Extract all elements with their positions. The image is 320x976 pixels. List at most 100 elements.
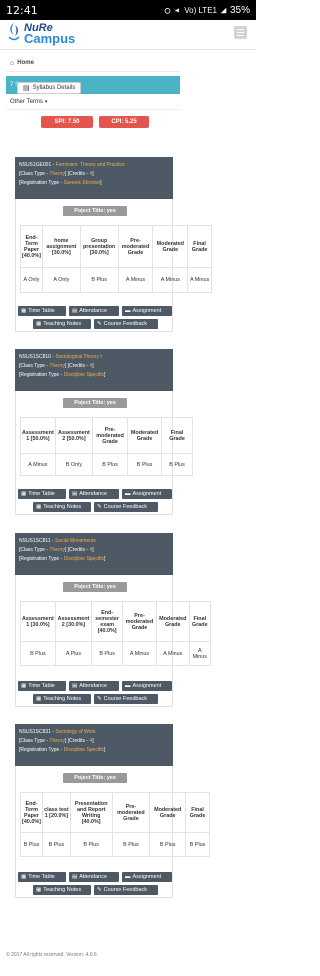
other-terms-dropdown[interactable]: Other Terms ▾ bbox=[6, 94, 180, 110]
assignment-label: Assignment bbox=[132, 874, 162, 880]
breadcrumb-home[interactable]: ⌂ Home bbox=[6, 55, 180, 72]
course-feedback-label: Course Feedback bbox=[103, 887, 148, 893]
table-header-row: Assessment 1 [50.0%] Assessment 2 [50.0%]… bbox=[20, 417, 193, 454]
grade-cell: A Plus bbox=[54, 641, 93, 666]
time-table-button[interactable]: ▦ Time Table bbox=[18, 489, 66, 499]
course-title-line: NSUS1SC810 - Sociological Theory I bbox=[19, 354, 102, 360]
grade-column-header: Assessment 1 [30.0%] bbox=[20, 601, 56, 642]
footer-text: © 2017 All rights reserved. Version: 4.0… bbox=[6, 952, 97, 958]
table-icon: ▦ bbox=[21, 683, 27, 689]
registration-label: [Registration Type - bbox=[19, 372, 64, 378]
attendance-label: Attendance bbox=[79, 491, 108, 497]
assignment-button[interactable]: ▬ Assignment bbox=[122, 872, 172, 882]
attendance-label: Attendance bbox=[79, 308, 108, 314]
time-table-label: Time Table bbox=[28, 683, 55, 689]
grade-column-header: End-semester exam [40.0%] bbox=[91, 601, 124, 642]
course-title-line: NSUS1SC831 - Sociology of Work bbox=[19, 729, 96, 735]
syllabus-details-button[interactable]: ▤ Syllabus Details bbox=[17, 82, 82, 94]
course-title: Sociological Theory I bbox=[55, 354, 102, 360]
registration-type: Generic Elective bbox=[63, 180, 101, 186]
grade-column-header: Pre-moderated Grade bbox=[92, 417, 129, 454]
teaching-notes-button[interactable]: ▦ Teaching Notes bbox=[33, 885, 91, 895]
grade-column-header: Moderated Grade bbox=[127, 417, 163, 454]
home-icon: ⌂ bbox=[10, 59, 15, 67]
assignment-label: Assignment bbox=[132, 308, 162, 314]
course-feedback-button[interactable]: ✎ Course Feedback bbox=[94, 885, 158, 895]
clock: 12:41 bbox=[6, 3, 38, 17]
course-feedback-button[interactable]: ✎ Course Feedback bbox=[94, 502, 158, 512]
time-table-label: Time Table bbox=[28, 874, 55, 880]
time-table-button[interactable]: ▦ Time Table bbox=[18, 306, 66, 316]
hamburger-icon[interactable] bbox=[234, 26, 247, 39]
folder-icon: ▬ bbox=[125, 683, 131, 689]
folder-icon: ▬ bbox=[125, 308, 131, 314]
grade-cell: A Only bbox=[20, 267, 43, 293]
assignment-button[interactable]: ▬ Assignment bbox=[122, 681, 172, 691]
spi-badge: SPI: 7.50 bbox=[41, 116, 93, 128]
teaching-notes-button[interactable]: ▦ Teaching Notes bbox=[33, 694, 91, 704]
teaching-notes-label: Teaching Notes bbox=[43, 321, 82, 327]
time-table-button[interactable]: ▦ Time Table bbox=[18, 872, 66, 882]
course-feedback-label: Course Feedback bbox=[103, 504, 148, 510]
registration-label: [Registration Type - bbox=[19, 747, 64, 753]
course-body: Poject Title: yes End-Term Paper [40.0%]… bbox=[15, 766, 210, 898]
course-type-line: [Class Type - Theory] [Credits - 4] bbox=[19, 546, 169, 555]
credits-close: ] bbox=[92, 738, 94, 744]
course-code: NSUS1GE001 bbox=[19, 162, 52, 168]
class-type-label: [Class Type - bbox=[19, 171, 50, 177]
course-title: Feminism: Theory and Practice bbox=[55, 162, 125, 168]
notes-icon: ▦ bbox=[36, 696, 42, 702]
project-title-badge: Poject Title: yes bbox=[63, 773, 127, 783]
table-icon: ▦ bbox=[21, 491, 27, 497]
time-table-button[interactable]: ▦ Time Table bbox=[18, 681, 66, 691]
attendance-button[interactable]: ▤ Attendance bbox=[69, 489, 119, 499]
attendance-button[interactable]: ▤ Attendance bbox=[69, 872, 119, 882]
assignment-button[interactable]: ▬ Assignment bbox=[122, 306, 172, 316]
attendance-button[interactable]: ▤ Attendance bbox=[69, 306, 119, 316]
notes-icon: ▦ bbox=[36, 887, 42, 893]
course-feedback-label: Course Feedback bbox=[103, 321, 148, 327]
course-feedback-button[interactable]: ✎ Course Feedback bbox=[94, 694, 158, 704]
class-type: Theory bbox=[49, 547, 65, 553]
table-header-row: Assessment 1 [30.0%] Assessment 2 [30.0%]… bbox=[20, 601, 212, 642]
grade-column-header: Assessment 2 [30.0%] bbox=[54, 601, 93, 642]
grade-column-header: Assessment 2 [50.0%] bbox=[54, 417, 94, 454]
table-row: A Minus B Only B Plus B Plus B Plus bbox=[20, 453, 193, 476]
logo[interactable]: NuRe Campus bbox=[6, 22, 75, 45]
course-panel: NSUS1SC831 - Sociology of Work [Class Ty… bbox=[15, 724, 210, 898]
course-body: Poject Title: yes End-Term Paper [40.0%]… bbox=[15, 199, 212, 332]
signal-icon bbox=[220, 7, 227, 13]
notes-icon: ▦ bbox=[36, 504, 42, 510]
attendance-button[interactable]: ▤ Attendance bbox=[69, 681, 119, 691]
registration-line: [Registration Type - Discipline Specific… bbox=[19, 747, 106, 753]
chevron-down-icon: ▾ bbox=[44, 98, 48, 105]
course-type-line: [Class Type - Theory] [Credits - 4] bbox=[19, 737, 169, 746]
credits-label: ] [Credits - bbox=[64, 171, 90, 177]
registration-label: [Registration Type - bbox=[19, 556, 64, 562]
credits-close: ] bbox=[92, 171, 94, 177]
teaching-notes-button[interactable]: ▦ Teaching Notes bbox=[33, 502, 91, 512]
assignment-button[interactable]: ▬ Assignment bbox=[122, 489, 172, 499]
teaching-notes-button[interactable]: ▦ Teaching Notes bbox=[33, 319, 91, 329]
grade-column-header: Pre-moderated Grade bbox=[111, 792, 151, 833]
grade-cell: A Minus bbox=[188, 641, 212, 666]
grade-cell: B Plus bbox=[20, 641, 56, 666]
registration-type: Discipline Specific bbox=[63, 372, 104, 378]
course-type-line: [Class Type - Theory] [Credits - 4] bbox=[19, 170, 169, 179]
course-title: Sociology of Work bbox=[55, 729, 96, 735]
table-icon: ▦ bbox=[21, 874, 27, 880]
course-feedback-button[interactable]: ✎ Course Feedback bbox=[94, 319, 158, 329]
grade-cell: B Plus bbox=[161, 453, 193, 476]
course-header: NSUS1GE001 - Feminism: Theory and Practi… bbox=[15, 157, 173, 199]
grade-cell: A Minus bbox=[122, 641, 157, 666]
course-code: NSUS1SC811 bbox=[19, 538, 51, 544]
course-title-line: NSUS1SC811 - Social Movements bbox=[19, 538, 96, 544]
grade-column-header: Group presentation [30.0%] bbox=[79, 225, 119, 268]
registration-line: [Registration Type - Generic Elective] bbox=[19, 180, 102, 186]
attendance-icon: ▤ bbox=[72, 874, 78, 880]
grade-cell: B Plus bbox=[111, 832, 151, 857]
teaching-notes-label: Teaching Notes bbox=[43, 696, 82, 702]
course-title-line: NSUS1GE001 - Feminism: Theory and Practi… bbox=[19, 162, 125, 168]
credits-label: ] [Credits - bbox=[64, 363, 90, 369]
app-header: NuRe Campus bbox=[0, 20, 256, 50]
